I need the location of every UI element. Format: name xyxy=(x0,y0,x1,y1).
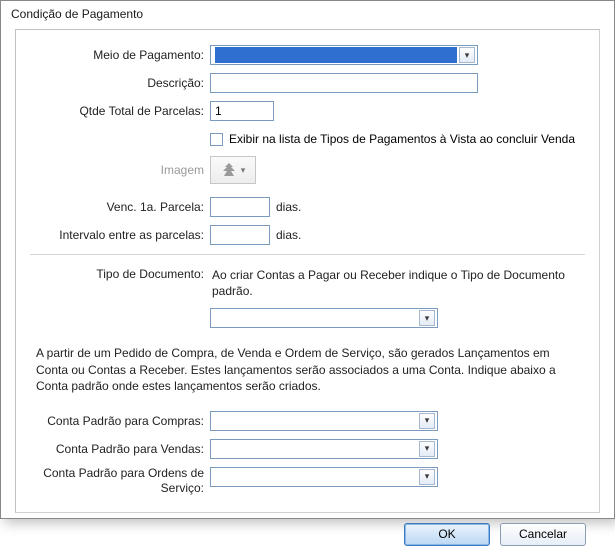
divider-1 xyxy=(30,254,585,255)
unit-dias-2: dias. xyxy=(276,228,301,242)
venc-1a-input[interactable] xyxy=(210,197,270,217)
form-panel: Meio de Pagamento: ▾ Descrição: Qtde Tot… xyxy=(15,29,600,513)
label-conta-ordens: Conta Padrão para Ordens de Serviço: xyxy=(30,466,210,496)
chevron-down-icon[interactable]: ▾ xyxy=(419,469,435,485)
unit-dias-1: dias. xyxy=(276,200,301,214)
row-tipo-documento: ▾ xyxy=(30,307,585,329)
meio-pagamento-combo[interactable]: ▾ xyxy=(210,45,478,65)
chevron-down-icon[interactable]: ▾ xyxy=(419,310,435,326)
row-intervalo: Intervalo entre as parcelas: dias. xyxy=(30,224,585,246)
row-qtde-parcelas: Qtde Total de Parcelas: xyxy=(30,100,585,122)
row-conta-compras: Conta Padrão para Compras: ▾ xyxy=(30,410,585,432)
label-conta-compras: Conta Padrão para Compras: xyxy=(30,414,210,428)
row-venc-1a: Venc. 1a. Parcela: dias. xyxy=(30,196,585,218)
row-imagem: Imagem ▾ xyxy=(30,156,585,184)
tipo-documento-combo[interactable]: ▾ xyxy=(210,308,438,328)
chevron-down-icon: ▾ xyxy=(241,165,246,176)
content-outer: Meio de Pagamento: ▾ Descrição: Qtde Tot… xyxy=(1,25,614,556)
chevron-down-icon[interactable]: ▾ xyxy=(419,441,435,457)
chevron-down-icon[interactable]: ▾ xyxy=(459,47,475,63)
descricao-input[interactable] xyxy=(210,73,478,93)
row-checkbox-vista: Exibir na lista de Tipos de Pagamentos à… xyxy=(30,128,585,150)
conta-compras-combo[interactable]: ▾ xyxy=(210,411,438,431)
label-conta-vendas: Conta Padrão para Vendas: xyxy=(30,442,210,456)
tipo-documento-hint: Ao criar Contas a Pagar ou Receber indiq… xyxy=(210,265,585,301)
window-title: Condição de Pagamento xyxy=(1,1,614,25)
qtde-parcelas-input[interactable] xyxy=(210,101,274,121)
cancel-button[interactable]: Cancelar xyxy=(500,523,586,546)
row-conta-ordens: Conta Padrão para Ordens de Serviço: ▾ xyxy=(30,466,585,496)
info-paragraph: A partir de um Pedido de Compra, de Vend… xyxy=(34,343,581,396)
intervalo-input[interactable] xyxy=(210,225,270,245)
row-meio-pagamento: Meio de Pagamento: ▾ xyxy=(30,44,585,66)
image-icon xyxy=(221,162,237,178)
row-tipo-documento-hint: Tipo de Documento: Ao criar Contas a Pag… xyxy=(30,265,585,301)
conta-vendas-combo[interactable]: ▾ xyxy=(210,439,438,459)
label-intervalo: Intervalo entre as parcelas: xyxy=(30,228,210,242)
checkbox-vista-label: Exibir na lista de Tipos de Pagamentos à… xyxy=(229,132,575,146)
label-tipo-documento: Tipo de Documento: xyxy=(30,265,210,281)
imagem-picker-button[interactable]: ▾ xyxy=(210,156,256,184)
meio-pagamento-value xyxy=(215,47,457,63)
label-qtde-parcelas: Qtde Total de Parcelas: xyxy=(30,104,210,118)
ok-button[interactable]: OK xyxy=(404,523,490,546)
chevron-down-icon[interactable]: ▾ xyxy=(419,413,435,429)
row-descricao: Descrição: xyxy=(30,72,585,94)
row-conta-vendas: Conta Padrão para Vendas: ▾ xyxy=(30,438,585,460)
conta-ordens-combo[interactable]: ▾ xyxy=(210,467,438,487)
label-venc-1a: Venc. 1a. Parcela: xyxy=(30,200,210,214)
label-imagem: Imagem xyxy=(30,163,210,177)
label-descricao: Descrição: xyxy=(30,76,210,90)
checkbox-vista[interactable] xyxy=(210,133,223,146)
button-bar: OK Cancelar xyxy=(15,513,600,546)
dialog-window: Condição de Pagamento Meio de Pagamento:… xyxy=(0,0,615,519)
label-meio-pagamento: Meio de Pagamento: xyxy=(30,48,210,62)
